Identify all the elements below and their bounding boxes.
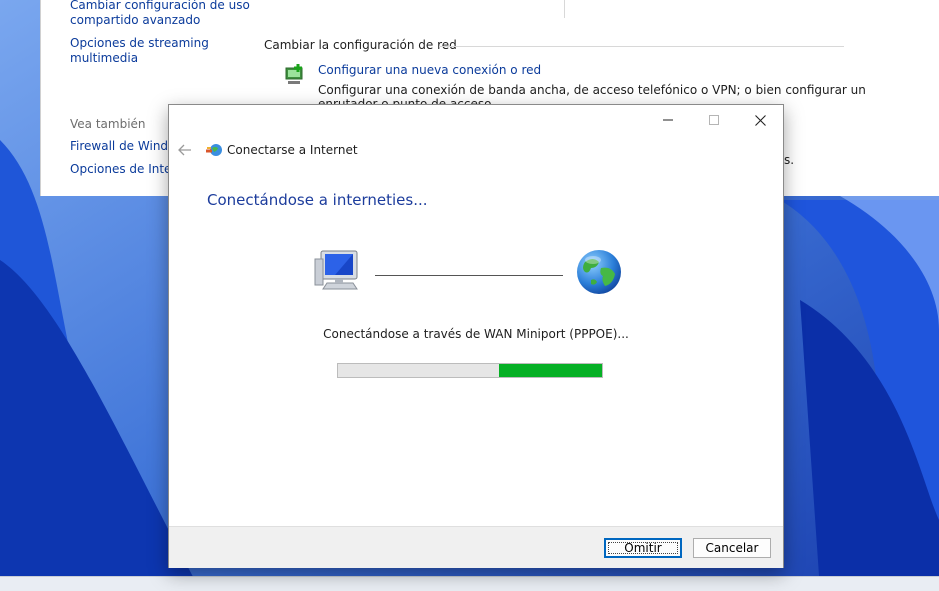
globe-icon [577, 250, 621, 294]
dialog-footer: Omitir Cancelar [169, 526, 783, 568]
minimize-button[interactable] [645, 105, 691, 135]
progress-bar-fill [499, 364, 602, 377]
setup-new-connection-description: Configurar una conexión de banda ancha, … [318, 83, 866, 97]
sidebar-link-streaming-cont[interactable]: multimedia [70, 51, 138, 66]
back-arrow-icon[interactable] [177, 142, 193, 158]
see-also-heading: Vea también [70, 117, 146, 131]
section-heading: Cambiar la configuración de red [264, 38, 457, 52]
dialog-title: Conectarse a Internet [227, 143, 358, 157]
network-setup-icon [285, 64, 303, 84]
close-icon [754, 114, 766, 126]
progress-bar [337, 363, 603, 378]
network-globe-icon [206, 144, 222, 156]
minimize-icon [663, 119, 673, 121]
connection-line [375, 275, 563, 276]
cancel-button-label: Cancelar [705, 541, 759, 555]
page-heading: Conectándose a interneties... [207, 191, 428, 209]
sidebar-link-streaming[interactable]: Opciones de streaming [70, 36, 209, 51]
title-bar[interactable] [169, 105, 783, 135]
connection-status: Conectándose a través de WAN Miniport (P… [323, 327, 629, 341]
partial-text: s. [784, 153, 795, 167]
maximize-button[interactable] [691, 105, 737, 135]
sidebar-link-advanced-sharing-cont[interactable]: compartido avanzado [70, 13, 200, 28]
taskbar [0, 576, 939, 591]
divider [564, 0, 565, 18]
setup-new-connection-link[interactable]: Configurar una nueva conexión o red [318, 63, 541, 77]
see-also-internet-options-link[interactable]: Opciones de Intern [70, 162, 184, 177]
divider [439, 46, 844, 47]
close-button[interactable] [737, 105, 783, 135]
connect-to-internet-dialog: Conectarse a Internet Conectándose a int… [168, 104, 784, 568]
skip-button[interactable]: Omitir [604, 538, 682, 558]
focus-ring [608, 542, 678, 554]
computer-icon [314, 250, 358, 290]
cancel-button[interactable]: Cancelar [693, 538, 771, 558]
sidebar-link-advanced-sharing[interactable]: Cambiar configuración de uso [70, 0, 250, 13]
maximize-icon [709, 115, 719, 125]
dialog-nav: Conectarse a Internet [169, 137, 783, 163]
